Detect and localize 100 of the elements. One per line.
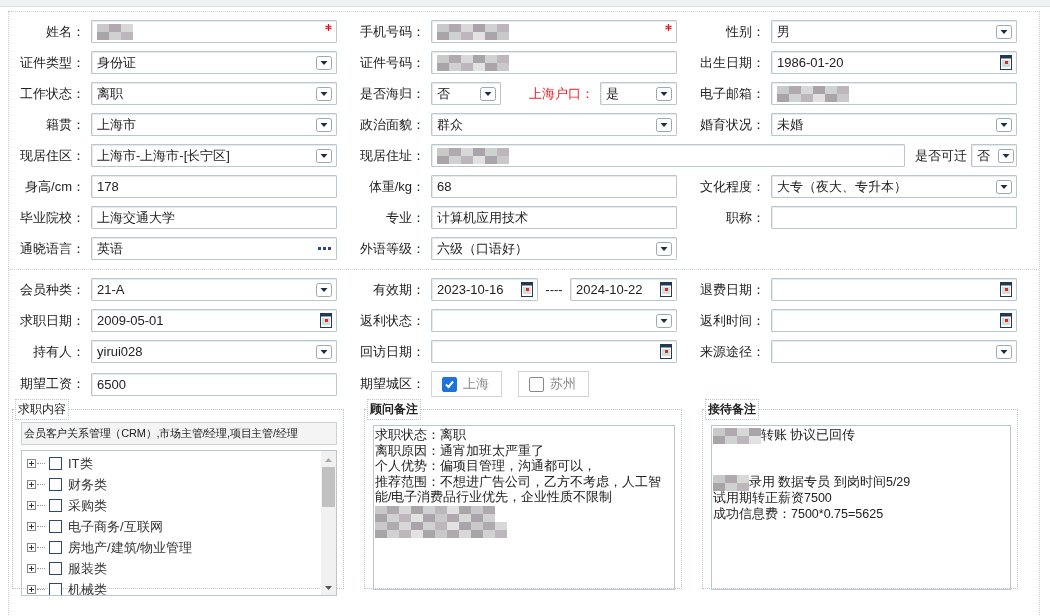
expand-icon[interactable] xyxy=(27,585,36,594)
checkbox[interactable] xyxy=(49,562,62,575)
range-separator: ---- xyxy=(544,282,564,297)
field-label: 性别： xyxy=(725,22,766,41)
checkbox[interactable] xyxy=(49,457,62,470)
text-field[interactable] xyxy=(431,51,677,74)
note-line: 求职状态：离职 xyxy=(375,428,466,444)
date-field[interactable] xyxy=(431,340,677,363)
select-field[interactable]: 离职 xyxy=(91,82,337,105)
text-field[interactable] xyxy=(771,206,1017,229)
expand-icon[interactable] xyxy=(27,522,36,531)
expand-icon[interactable] xyxy=(27,543,36,552)
field-value: 离职 xyxy=(97,84,123,103)
lookup-field[interactable]: 英语 xyxy=(91,237,337,260)
scrollbar[interactable] xyxy=(321,451,336,595)
scrollbar-thumb[interactable] xyxy=(322,467,335,507)
select-field[interactable] xyxy=(771,340,1017,363)
select-field[interactable]: 21-A xyxy=(91,278,337,301)
text-field[interactable]: 计算机应用技术 xyxy=(431,206,677,229)
date-field[interactable] xyxy=(771,309,1017,332)
field-label: 政治面貌： xyxy=(359,115,426,134)
category-item[interactable]: 电子商务/互联网 xyxy=(68,517,163,536)
calendar-icon[interactable] xyxy=(1000,282,1012,297)
date-field[interactable]: 1986-01-20 xyxy=(771,51,1017,74)
checkbox-option[interactable]: 上海 xyxy=(431,371,502,397)
expand-icon[interactable] xyxy=(27,480,36,489)
category-item[interactable]: 服装类 xyxy=(68,559,107,578)
select-field[interactable]: 群众 xyxy=(431,113,677,136)
calendar-icon[interactable] xyxy=(1000,55,1012,70)
text-field[interactable]: 178 xyxy=(91,175,337,198)
checkbox[interactable] xyxy=(49,499,62,512)
text-field[interactable] xyxy=(91,20,337,43)
select-field[interactable]: 上海市-上海市-[长宁区] xyxy=(91,144,337,167)
date-field[interactable] xyxy=(771,278,1017,301)
calendar-icon[interactable] xyxy=(521,282,533,297)
category-item[interactable]: 采购类 xyxy=(68,496,107,515)
checkbox-option[interactable]: 苏州 xyxy=(518,371,589,397)
field-value: 上海市-上海市-[长宁区] xyxy=(97,146,230,165)
field-value: 2024-10-22 xyxy=(576,282,643,297)
select-field[interactable]: yirui028 xyxy=(91,340,337,363)
field-label: 专业： xyxy=(385,208,426,227)
checkbox[interactable] xyxy=(49,478,62,491)
checkbox[interactable] xyxy=(529,376,544,392)
select-field[interactable]: 上海市 xyxy=(91,113,337,136)
select-field[interactable]: 大专（夜大、专升本） xyxy=(771,175,1017,198)
checkbox[interactable] xyxy=(49,520,62,533)
expand-icon[interactable] xyxy=(27,459,36,468)
text-field[interactable] xyxy=(771,82,1017,105)
select-field[interactable]: 否 xyxy=(431,82,501,105)
category-item[interactable]: 房地产/建筑/物业管理 xyxy=(68,538,193,557)
panel-title: 求职内容 xyxy=(15,399,69,420)
panel-title: 顾问备注 xyxy=(367,399,421,420)
notes-field[interactable]: 转账 协议已回传 录用 数据专员 到岗时间5/29 试用期转正薪资7500 成功信息费：7500*0.75=5625 xyxy=(711,425,1011,590)
note-line: 推荐范围：不想进广告公司，乙方不考虑，人工智能/电子消费品行业优先，企业性质不限制 xyxy=(375,474,662,506)
field-label: 上海户口： xyxy=(528,84,595,103)
field-label: 通晓语言： xyxy=(19,239,86,258)
text-field[interactable]: 68 xyxy=(431,175,677,198)
select-field[interactable]: 未婚 xyxy=(771,113,1017,136)
checkbox[interactable] xyxy=(49,583,62,595)
date-field[interactable]: 2024-10-22 xyxy=(570,278,677,301)
field-label: 证件号码： xyxy=(359,53,426,72)
category-item[interactable]: IT类 xyxy=(68,454,93,473)
date-field[interactable]: 2023-10-16 xyxy=(431,278,538,301)
calendar-icon[interactable] xyxy=(660,282,672,297)
more-icon[interactable] xyxy=(318,246,332,251)
notes-field[interactable]: 求职状态：离职 离职原因：通宵加班太严重了 个人优势：偏项目管理，沟通都可以， 推荐范围：不想进广告公司，乙方不考虑，人工智能/电子消费品行业优先，企业性质不限制 xyxy=(373,425,675,590)
scroll-down-icon[interactable] xyxy=(324,585,333,591)
text-field[interactable]: 上海交通大学 xyxy=(91,206,337,229)
category-item[interactable]: 财务类 xyxy=(68,475,107,494)
text-field[interactable] xyxy=(431,144,905,167)
select-field[interactable]: 是 xyxy=(600,82,677,105)
field-label: 退费日期： xyxy=(699,280,766,299)
category-item[interactable]: 机械类 xyxy=(68,580,107,595)
field-value: 会员客户关系管理（CRM）,市场主管/经理,项目主管/经理 xyxy=(24,426,298,441)
field-value: 21-A xyxy=(97,282,125,297)
select-field[interactable]: 六级（口语好） xyxy=(431,237,677,260)
expand-icon[interactable] xyxy=(27,501,36,510)
field-label: 工作状态： xyxy=(19,84,86,103)
calendar-icon[interactable] xyxy=(320,313,332,328)
field-value: 2009-05-01 xyxy=(97,313,164,328)
field-label: 返利时间： xyxy=(699,311,766,330)
text-field[interactable]: 6500 xyxy=(91,372,337,396)
select-field[interactable] xyxy=(431,309,677,332)
select-field[interactable]: 男 xyxy=(771,20,1017,43)
checkbox[interactable] xyxy=(442,376,457,392)
calendar-icon[interactable] xyxy=(1000,313,1012,328)
select-field[interactable]: 否 xyxy=(971,144,1017,167)
field-value: 大专（夜大、专升本） xyxy=(777,177,907,196)
checkbox[interactable] xyxy=(49,541,62,554)
required-asterisk-icon xyxy=(665,24,672,31)
expand-icon[interactable] xyxy=(27,564,36,573)
text-field[interactable] xyxy=(431,20,677,43)
field-value: 上海市 xyxy=(97,115,136,134)
date-field[interactable]: 2009-05-01 xyxy=(91,309,337,332)
pixelated-redaction xyxy=(97,23,133,40)
note-line: 转账 协议已回传 xyxy=(761,428,856,444)
field-label: 是否可迁 xyxy=(914,146,968,165)
field-label: 职称： xyxy=(725,208,766,227)
select-field[interactable]: 身份证 xyxy=(91,51,337,74)
calendar-icon[interactable] xyxy=(660,344,672,359)
